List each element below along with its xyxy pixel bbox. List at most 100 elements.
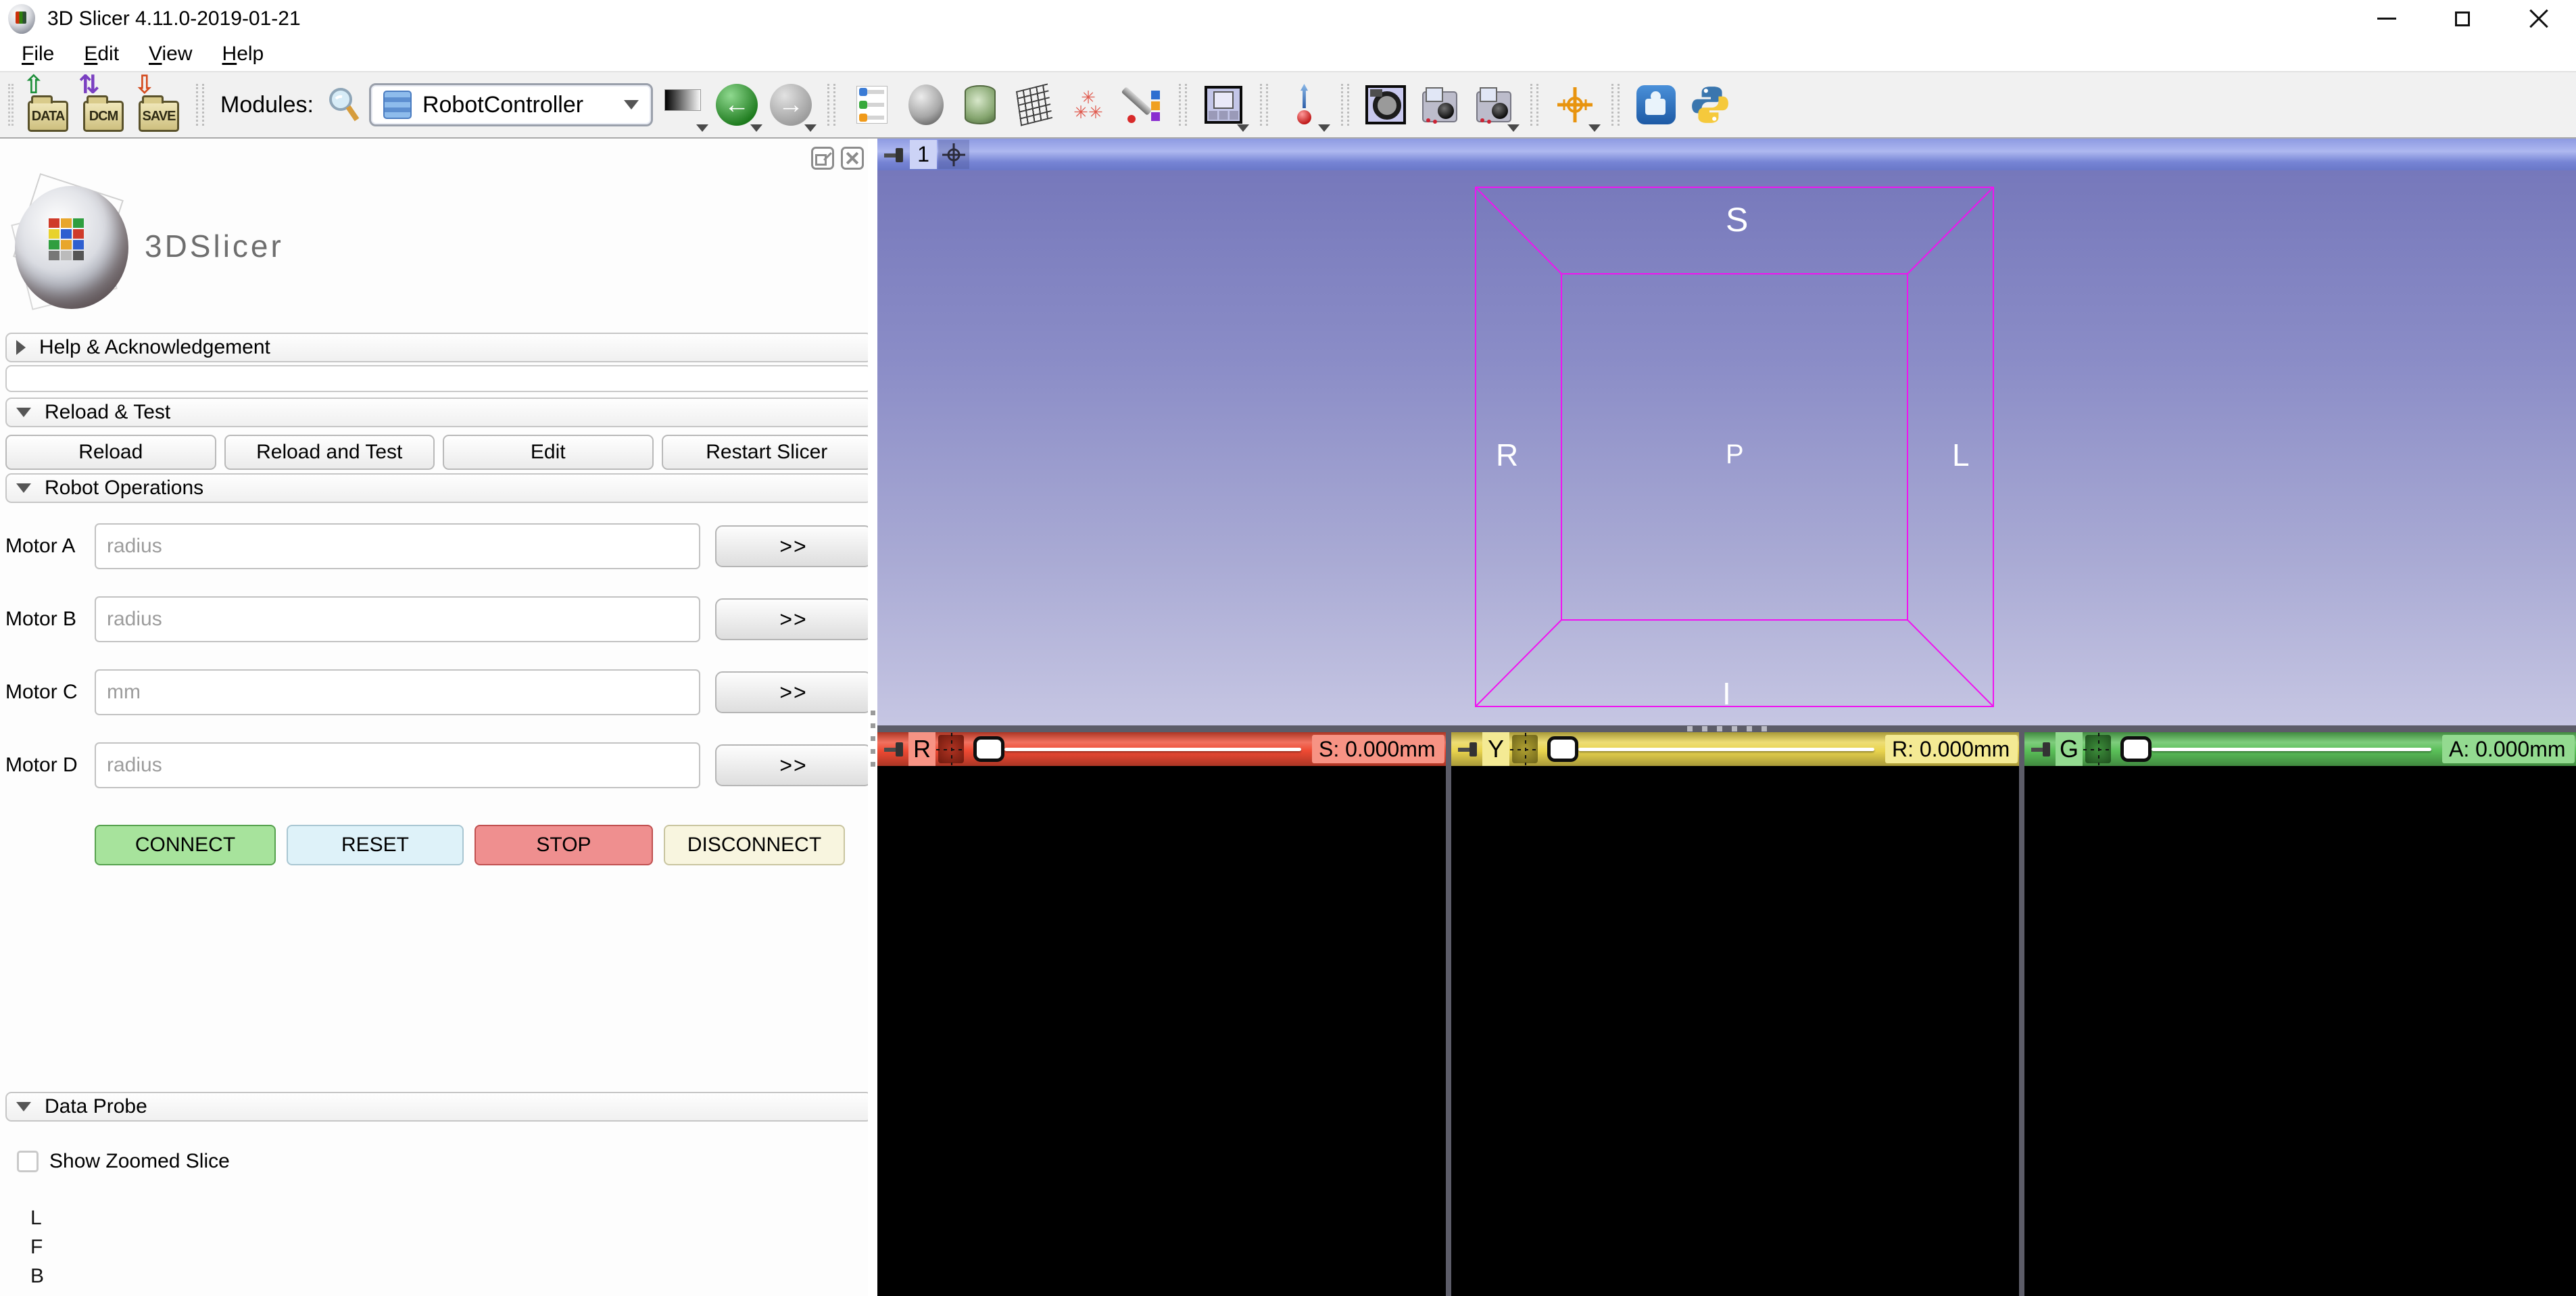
- view-splitter-horizontal[interactable]: [877, 725, 2576, 732]
- slice-visibility-icon[interactable]: [2085, 735, 2111, 763]
- reload-and-test-button[interactable]: Reload and Test: [224, 435, 435, 470]
- yellow-slice-viewport[interactable]: [1451, 766, 2019, 1296]
- threeD-view-tab[interactable]: 1: [910, 140, 937, 169]
- help-section-header[interactable]: Help & Acknowledgement: [5, 333, 872, 362]
- menu-view[interactable]: View: [134, 39, 207, 70]
- module-history-icon: [664, 89, 701, 111]
- pin-icon[interactable]: [883, 143, 907, 167]
- view-splitter-vertical[interactable]: [2019, 732, 2024, 1296]
- motor-d-input[interactable]: [95, 742, 700, 788]
- toolbar-separator: [1341, 84, 1349, 126]
- restart-slicer-button[interactable]: Restart Slicer: [662, 435, 873, 470]
- panel-splitter[interactable]: [868, 139, 877, 1296]
- dropdown-arrow-icon: [696, 124, 708, 132]
- menu-file[interactable]: File: [7, 39, 69, 70]
- motor-b-send-button[interactable]: >>: [715, 598, 872, 640]
- close-icon: [2528, 9, 2548, 29]
- python-console-button[interactable]: [1686, 78, 1734, 132]
- pin-icon[interactable]: [2030, 737, 2054, 761]
- axis-label-right: R: [1496, 437, 1518, 473]
- load-data-button[interactable]: ⇧ DATA: [23, 78, 73, 132]
- slice-visibility-icon[interactable]: [1512, 735, 1538, 763]
- expanded-arrow-icon: [16, 408, 31, 417]
- motor-b-input[interactable]: [95, 596, 700, 642]
- slider-handle[interactable]: [973, 736, 1004, 762]
- motor-d-send-button[interactable]: >>: [715, 744, 872, 786]
- green-slice-viewport[interactable]: [2024, 766, 2576, 1296]
- volume-barrel-icon: [965, 85, 996, 124]
- help-section-body: [5, 365, 872, 392]
- data-module-button[interactable]: [902, 78, 950, 132]
- module-selector[interactable]: RobotController: [369, 83, 653, 126]
- pin-icon[interactable]: [883, 737, 907, 761]
- red-slice-controller-bar: R S: 0.000mm: [877, 732, 1446, 766]
- motor-a-input[interactable]: [95, 523, 700, 569]
- disconnect-button[interactable]: DISCONNECT: [664, 825, 845, 865]
- slider-track[interactable]: [1578, 748, 1874, 751]
- slider-track[interactable]: [2152, 748, 2431, 751]
- toolbar-drag-handle[interactable]: [8, 84, 14, 126]
- subject-hierarchy-button[interactable]: [848, 78, 896, 132]
- module-history-button[interactable]: [658, 78, 707, 132]
- pin-icon[interactable]: [1457, 737, 1481, 761]
- motor-c-send-button[interactable]: >>: [715, 671, 872, 713]
- minimize-button[interactable]: [2349, 0, 2425, 37]
- layout-selector-button[interactable]: [1199, 78, 1248, 132]
- connect-button[interactable]: CONNECT: [95, 825, 276, 865]
- save-button[interactable]: ⇩ SAVE: [134, 78, 184, 132]
- green-slice-offset-slider[interactable]: [2120, 736, 2431, 762]
- logo-text: 3DSlicer: [145, 228, 284, 264]
- green-slice-label[interactable]: G: [2056, 732, 2083, 766]
- module-search-icon[interactable]: [326, 86, 364, 124]
- show-zoomed-slice-checkbox[interactable]: [17, 1151, 39, 1172]
- undock-panel-icon[interactable]: [811, 147, 834, 170]
- menu-help[interactable]: Help: [208, 39, 279, 70]
- crosshair-button[interactable]: [1551, 78, 1599, 132]
- reset-button[interactable]: RESET: [287, 825, 464, 865]
- toolbar-separator: [827, 84, 835, 126]
- place-point-button[interactable]: [1280, 78, 1329, 132]
- stop-button[interactable]: STOP: [475, 825, 653, 865]
- volume-rendering-button[interactable]: [956, 78, 1004, 132]
- restore-button[interactable]: [2425, 0, 2500, 37]
- transforms-button[interactable]: [1010, 78, 1059, 132]
- layout-icon: [1205, 86, 1242, 124]
- toolbar-separator: [1179, 84, 1187, 126]
- load-dicom-button[interactable]: ⇅ DCM: [78, 78, 128, 132]
- slice-visibility-icon[interactable]: [938, 735, 964, 763]
- slider-handle[interactable]: [2120, 736, 2152, 762]
- motor-a-send-button[interactable]: >>: [715, 525, 872, 567]
- robot-section-header[interactable]: Robot Operations: [5, 473, 872, 503]
- edit-button[interactable]: Edit: [443, 435, 654, 470]
- splitter-handle-dots: [871, 711, 875, 767]
- yellow-slice-offset-slider[interactable]: [1547, 736, 1874, 762]
- red-slice-label[interactable]: R: [908, 732, 935, 766]
- reload-button[interactable]: Reload: [5, 435, 216, 470]
- scene-view-menu-button[interactable]: [1469, 78, 1518, 132]
- annotations-button[interactable]: [1118, 78, 1167, 132]
- data-probe-header[interactable]: Data Probe: [5, 1092, 872, 1122]
- red-slice-offset-slider[interactable]: [973, 736, 1301, 762]
- motor-c-input[interactable]: [95, 669, 700, 715]
- center-view-button[interactable]: [938, 140, 969, 169]
- red-slice-viewport[interactable]: [877, 766, 1446, 1296]
- close-button[interactable]: [2500, 0, 2576, 37]
- screenshot-button[interactable]: [1361, 78, 1410, 132]
- module-selector-value: RobotController: [422, 92, 613, 118]
- scene-view-button[interactable]: [1415, 78, 1464, 132]
- threeD-viewport[interactable]: S R P L I: [877, 170, 2576, 725]
- menu-edit[interactable]: Edit: [69, 39, 134, 70]
- yellow-slice-pane: Y R: 0.000mm: [1451, 732, 2019, 1296]
- close-panel-icon[interactable]: [841, 147, 864, 170]
- view-splitter-vertical[interactable]: [1446, 732, 1451, 1296]
- extensions-manager-button[interactable]: [1632, 78, 1680, 132]
- dropdown-arrow-icon: [1507, 124, 1520, 132]
- yellow-slice-label[interactable]: Y: [1482, 732, 1509, 766]
- module-forward-button[interactable]: →: [767, 78, 815, 132]
- module-back-button[interactable]: ←: [712, 78, 761, 132]
- slider-track[interactable]: [1004, 748, 1301, 751]
- fiducial-pin-icon: [1290, 84, 1319, 126]
- markups-button[interactable]: ✳✳✳: [1064, 78, 1113, 132]
- slider-handle[interactable]: [1547, 736, 1578, 762]
- reload-section-header[interactable]: Reload & Test: [5, 398, 872, 427]
